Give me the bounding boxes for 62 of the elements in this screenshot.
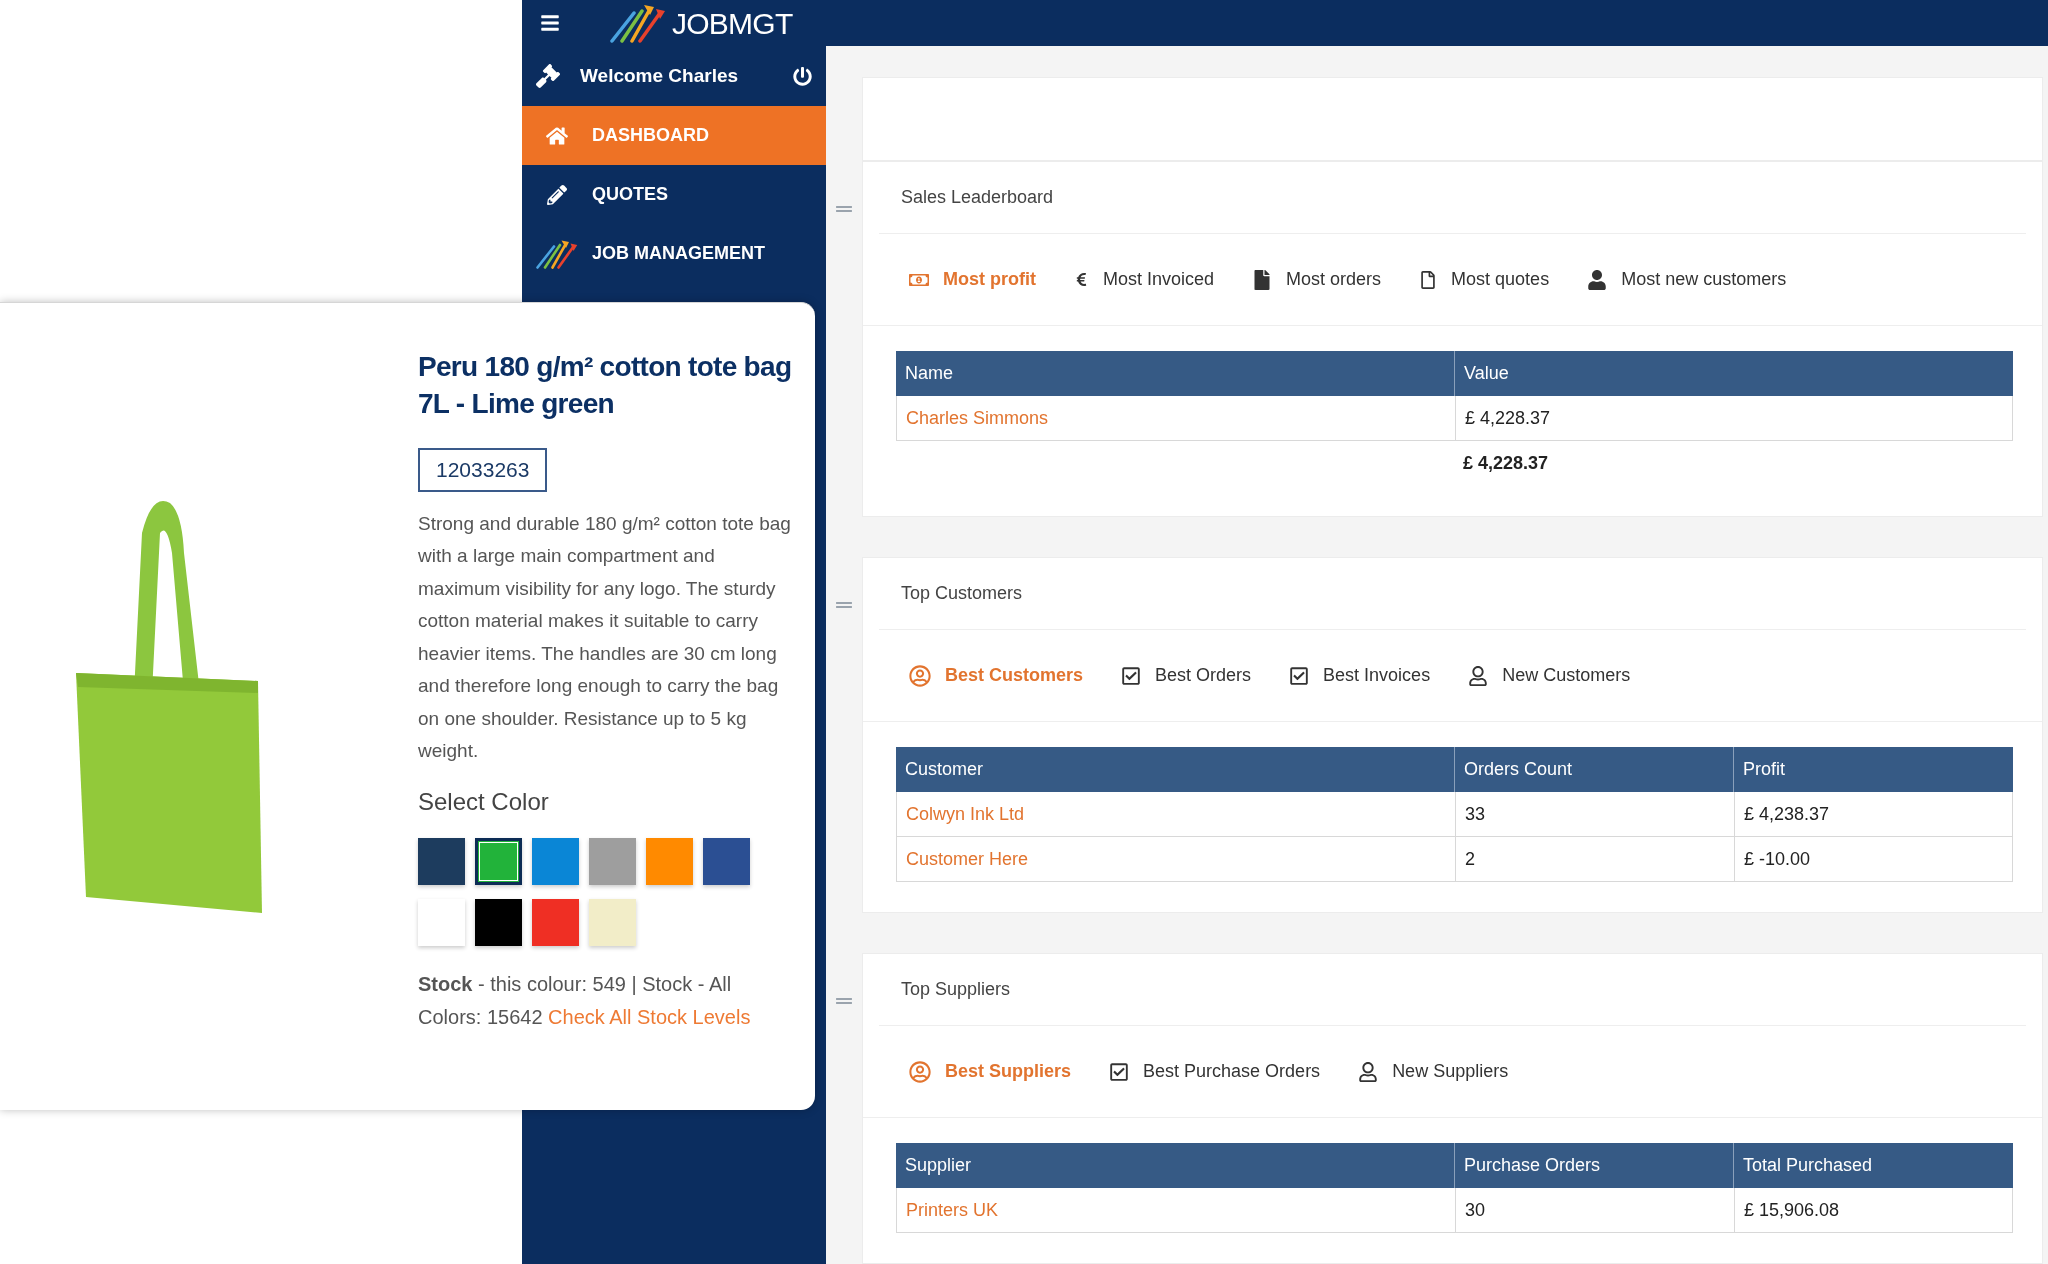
arrows-logo-icon [534, 238, 580, 269]
panel-title: Top Customers [901, 582, 1023, 605]
column-header: Supplier [904, 1154, 973, 1177]
color-swatch[interactable] [532, 898, 579, 946]
column-header: Orders Count [1454, 747, 1733, 792]
panel-tab[interactable]: New Customers [1468, 662, 1631, 689]
color-swatch[interactable] [589, 898, 636, 946]
panel-tab[interactable]: Most new customers [1587, 266, 1787, 293]
column-header: Value [1454, 351, 2013, 396]
total-value: £ 4,228.37 [1462, 452, 1550, 475]
product-description: Strong and durable 180 g/m² cotton tote bag with a large main compartment and maximum visibility for any logo. The sturdy cotton material makes it suitable to carry heavier items. The handles are 30 cm long and therefore long enough to carry the bag on one shoulder. Resistance up to 5 kg weight. [418, 511, 792, 763]
logo-text: JOBMGT [672, 5, 793, 42]
column-header: Profit [1733, 747, 2013, 792]
welcome-text: Welcome Charles [580, 63, 740, 88]
panel-tab[interactable]: Best Purchase Orders [1109, 1058, 1321, 1085]
document-icon [1252, 269, 1273, 290]
column-header: Purchase Orders [1454, 1143, 1733, 1188]
checkbox-icon [1109, 1061, 1130, 1082]
panel-tab[interactable]: Best Invoices [1289, 662, 1431, 689]
color-swatch[interactable] [475, 837, 522, 885]
color-swatch[interactable] [646, 837, 693, 885]
panel-title: Sales Leaderboard [901, 186, 1054, 209]
color-swatch[interactable] [532, 837, 579, 885]
document-icon [1419, 270, 1438, 289]
gavel-icon [536, 64, 560, 88]
user-icon [1358, 1061, 1379, 1082]
menu-icon[interactable] [540, 13, 560, 33]
product-title: Peru 180 g/m² cotton tote bag 7L - Lime green [418, 350, 793, 421]
table-cell: 33 [1455, 792, 1734, 836]
product-code: 12033263 [418, 448, 548, 492]
power-icon[interactable] [793, 66, 812, 86]
column-header: Total Purchased [1733, 1143, 2013, 1188]
user-icon [1587, 269, 1608, 290]
panel-tab[interactable]: New Suppliers [1358, 1058, 1509, 1085]
stock-info: Stock - this colour: 549 | Stock - All Colors: 15642 Check All Stock Levels [418, 971, 752, 1030]
panel-title: Top Suppliers [901, 978, 1011, 1001]
user-icon [1468, 665, 1489, 686]
panel-tab[interactable]: Best Orders [1121, 662, 1252, 689]
color-swatch[interactable] [703, 837, 750, 885]
panel-tab[interactable]: Most orders [1252, 266, 1382, 293]
column-header: Customer [904, 758, 985, 781]
table-cell: £ 4,238.37 [1734, 792, 2012, 836]
panel-tab[interactable]: Most quotes [1419, 266, 1550, 293]
table-cell: 2 [1455, 837, 1734, 881]
table-cell: £ -10.00 [1734, 837, 2012, 881]
table-cell: £ 15,906.08 [1734, 1188, 2012, 1232]
sidebar-item[interactable]: JOB MANAGEMENT [522, 224, 826, 283]
sidebar-item[interactable]: QUOTES [522, 165, 826, 224]
color-swatch[interactable] [475, 898, 522, 946]
euro-icon [1074, 272, 1089, 287]
column-header: Name [904, 362, 954, 385]
color-swatch[interactable] [589, 837, 636, 885]
table-cell: 30 [1455, 1188, 1734, 1232]
panel-tab[interactable]: Most Invoiced [1074, 266, 1215, 293]
home-icon [546, 124, 568, 147]
checkbox-icon [1289, 665, 1310, 686]
pencil-icon [547, 184, 567, 205]
color-swatch[interactable] [418, 837, 465, 885]
table-cell: £ 4,228.37 [1455, 396, 2012, 440]
checkbox-icon [1121, 665, 1142, 686]
select-color-label: Select Color [418, 786, 550, 817]
color-swatch[interactable] [418, 898, 465, 946]
